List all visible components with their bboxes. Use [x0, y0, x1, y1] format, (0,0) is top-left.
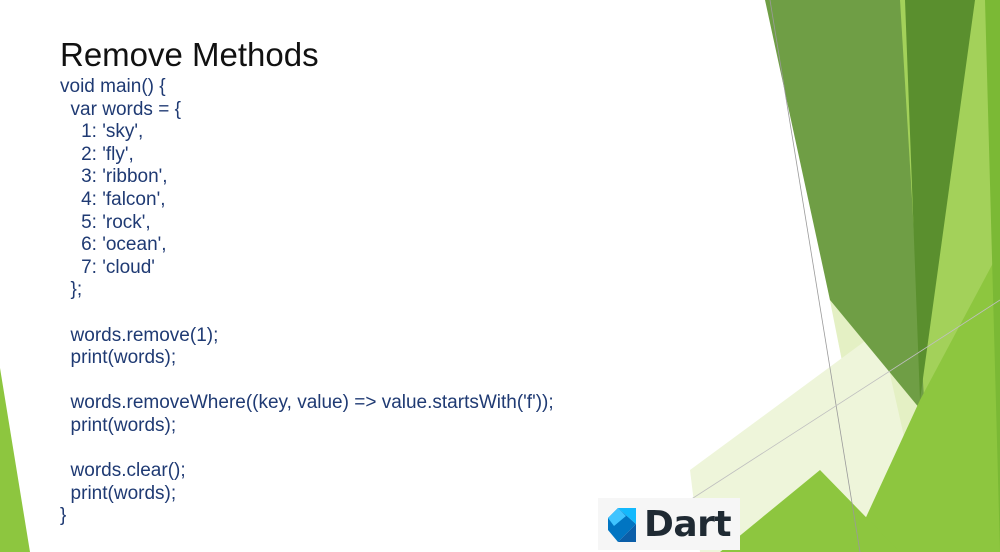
code-line: void main() { — [60, 76, 166, 97]
code-line: words.clear(); — [60, 460, 186, 482]
dart-logo-icon — [608, 508, 636, 542]
slide-title: Remove Methods — [60, 36, 319, 73]
dart-logo: Dart — [598, 498, 740, 550]
code-line: var words = { — [60, 98, 181, 120]
code-line: 7: 'cloud' — [60, 256, 155, 278]
code-line: print(words); — [60, 347, 177, 369]
code-line: words.remove(1); — [60, 324, 219, 346]
slide: Remove Methods void main() { var words =… — [0, 0, 1000, 552]
code-line: 2: 'fly', — [60, 143, 134, 165]
code-line: 1: 'sky', — [60, 121, 144, 143]
code-line: 3: 'ribbon', — [60, 166, 168, 188]
code-line: print(words); — [60, 482, 177, 504]
code-line: 6: 'ocean', — [60, 234, 167, 256]
code-line: words.removeWhere((key, value) => value.… — [60, 392, 554, 414]
code-line: } — [60, 505, 67, 527]
code-line: 4: 'falcon', — [60, 188, 166, 210]
dart-logo-text: Dart — [644, 503, 732, 545]
code-line: print(words); — [60, 414, 177, 436]
code-line: 5: 'rock', — [60, 211, 151, 233]
code-block: void main() { var words = { 1: 'sky', 2:… — [60, 76, 554, 528]
left-accent-shape — [0, 368, 30, 552]
code-line: }; — [60, 279, 83, 301]
